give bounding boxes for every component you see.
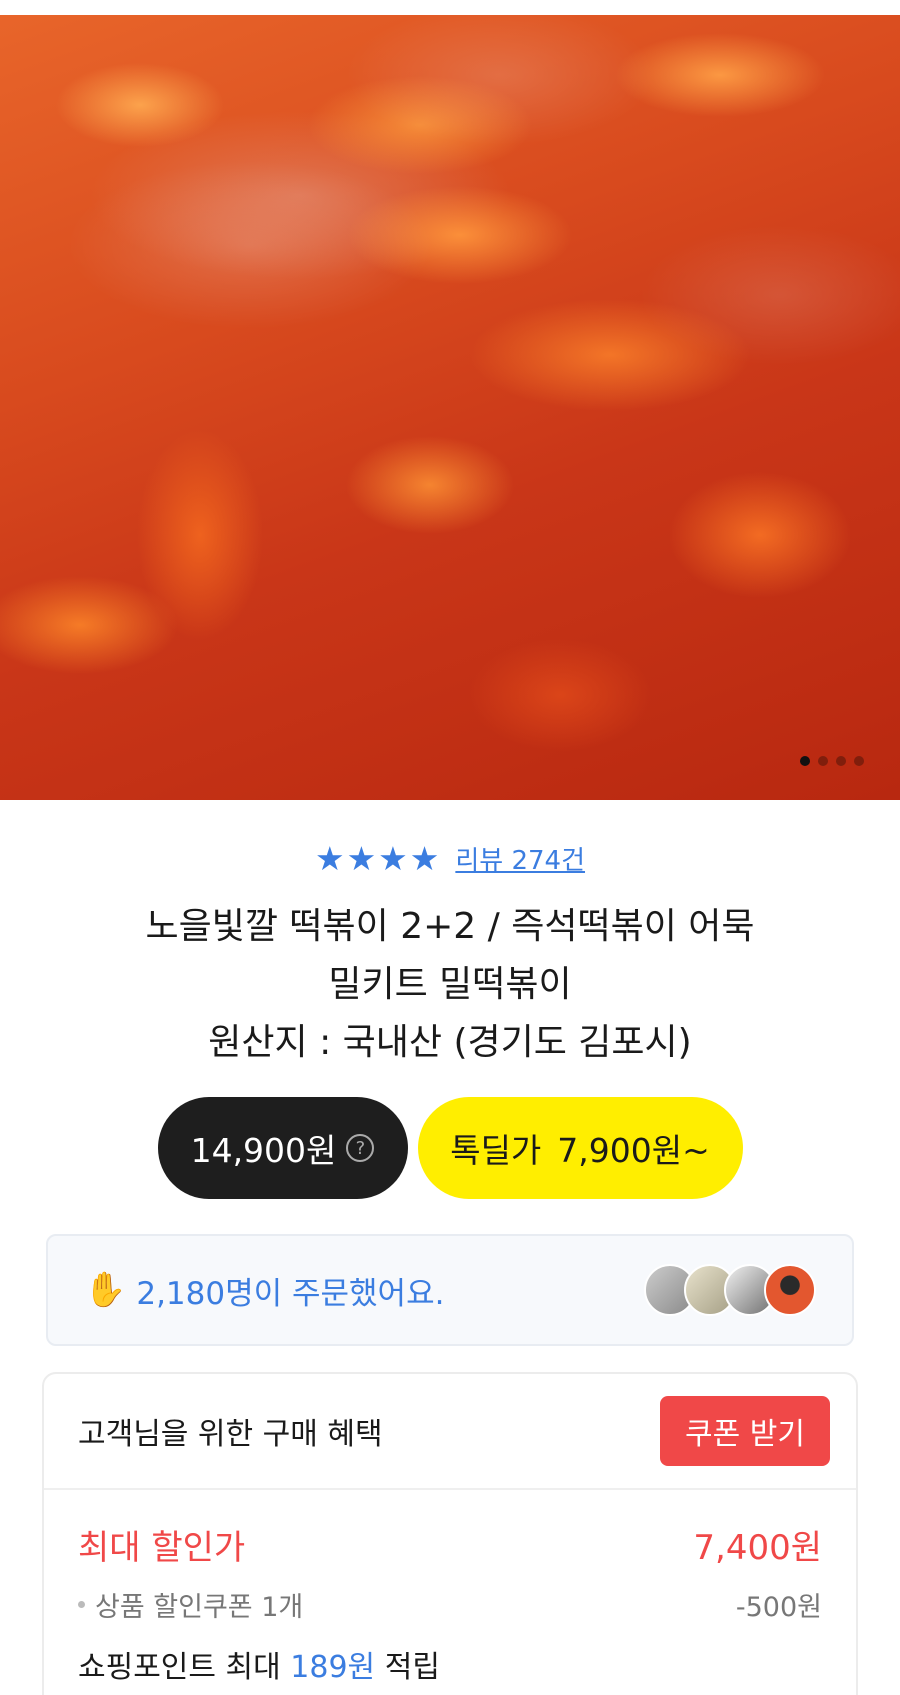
star-icon: ★ <box>409 839 440 878</box>
benefit-title: 고객님을 위한 구매 혜택 <box>78 1417 383 1452</box>
hand-wave-icon: ✋ <box>84 1270 127 1310</box>
review-count-link[interactable]: 리뷰 274건 <box>455 840 585 877</box>
deal-price-pill[interactable]: 톡딜가 7,900원~ <box>417 1097 743 1199</box>
original-price-pill[interactable]: 14,900원 ? <box>157 1097 408 1199</box>
points-prefix: 쇼핑포인트 최대 <box>78 1650 281 1685</box>
star-rating: ★ ★ ★ ★ <box>315 842 439 875</box>
deal-price: 7,900원~ <box>557 1131 710 1170</box>
benefit-header: 고객님을 위한 구매 혜택 쿠폰 받기 <box>44 1374 856 1490</box>
max-discount-row: 최대 할인가 7,400원 <box>44 1520 856 1569</box>
product-title-line: 밀키트 밀떡볶이 <box>328 964 572 1005</box>
bullet-icon <box>78 1601 85 1608</box>
product-image-overlay <box>0 15 900 800</box>
product-origin: 원산지 : 국내산 (경기도 김포시) <box>208 1022 692 1063</box>
purchase-benefit-card: 고객님을 위한 구매 혜택 쿠폰 받기 최대 할인가 7,400원 상품 할인쿠… <box>42 1372 858 1695</box>
get-coupon-button[interactable]: 쿠폰 받기 <box>660 1396 830 1466</box>
carousel-indicator <box>800 756 864 766</box>
order-count-text: 2,180명이 주문했어요. <box>136 1275 445 1312</box>
points-suffix: 적립 <box>384 1650 440 1685</box>
coupon-item: 상품 할인쿠폰 1개 <box>78 1585 303 1624</box>
carousel-dot[interactable] <box>854 756 864 766</box>
buyer-avatars <box>644 1264 816 1316</box>
rating-row: ★ ★ ★ ★ 리뷰 274건 <box>0 840 900 877</box>
points-value: 189원 <box>290 1650 376 1685</box>
coupon-row: 상품 할인쿠폰 1개 -500원 <box>44 1585 856 1624</box>
carousel-dot[interactable] <box>800 756 810 766</box>
star-icon: ★ <box>346 839 377 878</box>
avatar <box>764 1264 816 1316</box>
star-icon: ★ <box>378 839 408 878</box>
max-discount-label: 최대 할인가 <box>78 1528 246 1568</box>
order-count-banner: ✋ 2,180명이 주문했어요. <box>46 1234 854 1346</box>
deal-label: 톡딜가 <box>450 1131 542 1170</box>
max-discount-price: 7,400원 <box>693 1528 822 1568</box>
price-row: 14,900원 ? 톡딜가 7,900원~ <box>0 1097 900 1199</box>
coupon-item-label: 상품 할인쿠폰 1개 <box>95 1592 304 1623</box>
star-icon: ★ <box>314 839 345 878</box>
product-title-line: 노을빛깔 떡볶이 2+2 / 즉석떡볶이 어묵 <box>145 906 755 947</box>
carousel-dot[interactable] <box>836 756 846 766</box>
original-price: 14,900원 <box>190 1131 337 1170</box>
product-title: 노을빛깔 떡볶이 2+2 / 즉석떡볶이 어묵 밀키트 밀떡볶이 원산지 : 국… <box>60 898 840 1072</box>
product-image[interactable] <box>0 15 900 800</box>
carousel-dot[interactable] <box>818 756 828 766</box>
points-row: 쇼핑포인트 최대 189원 적립 <box>44 1642 856 1686</box>
question-icon[interactable]: ? <box>346 1134 375 1162</box>
coupon-discount: -500원 <box>735 1592 822 1623</box>
